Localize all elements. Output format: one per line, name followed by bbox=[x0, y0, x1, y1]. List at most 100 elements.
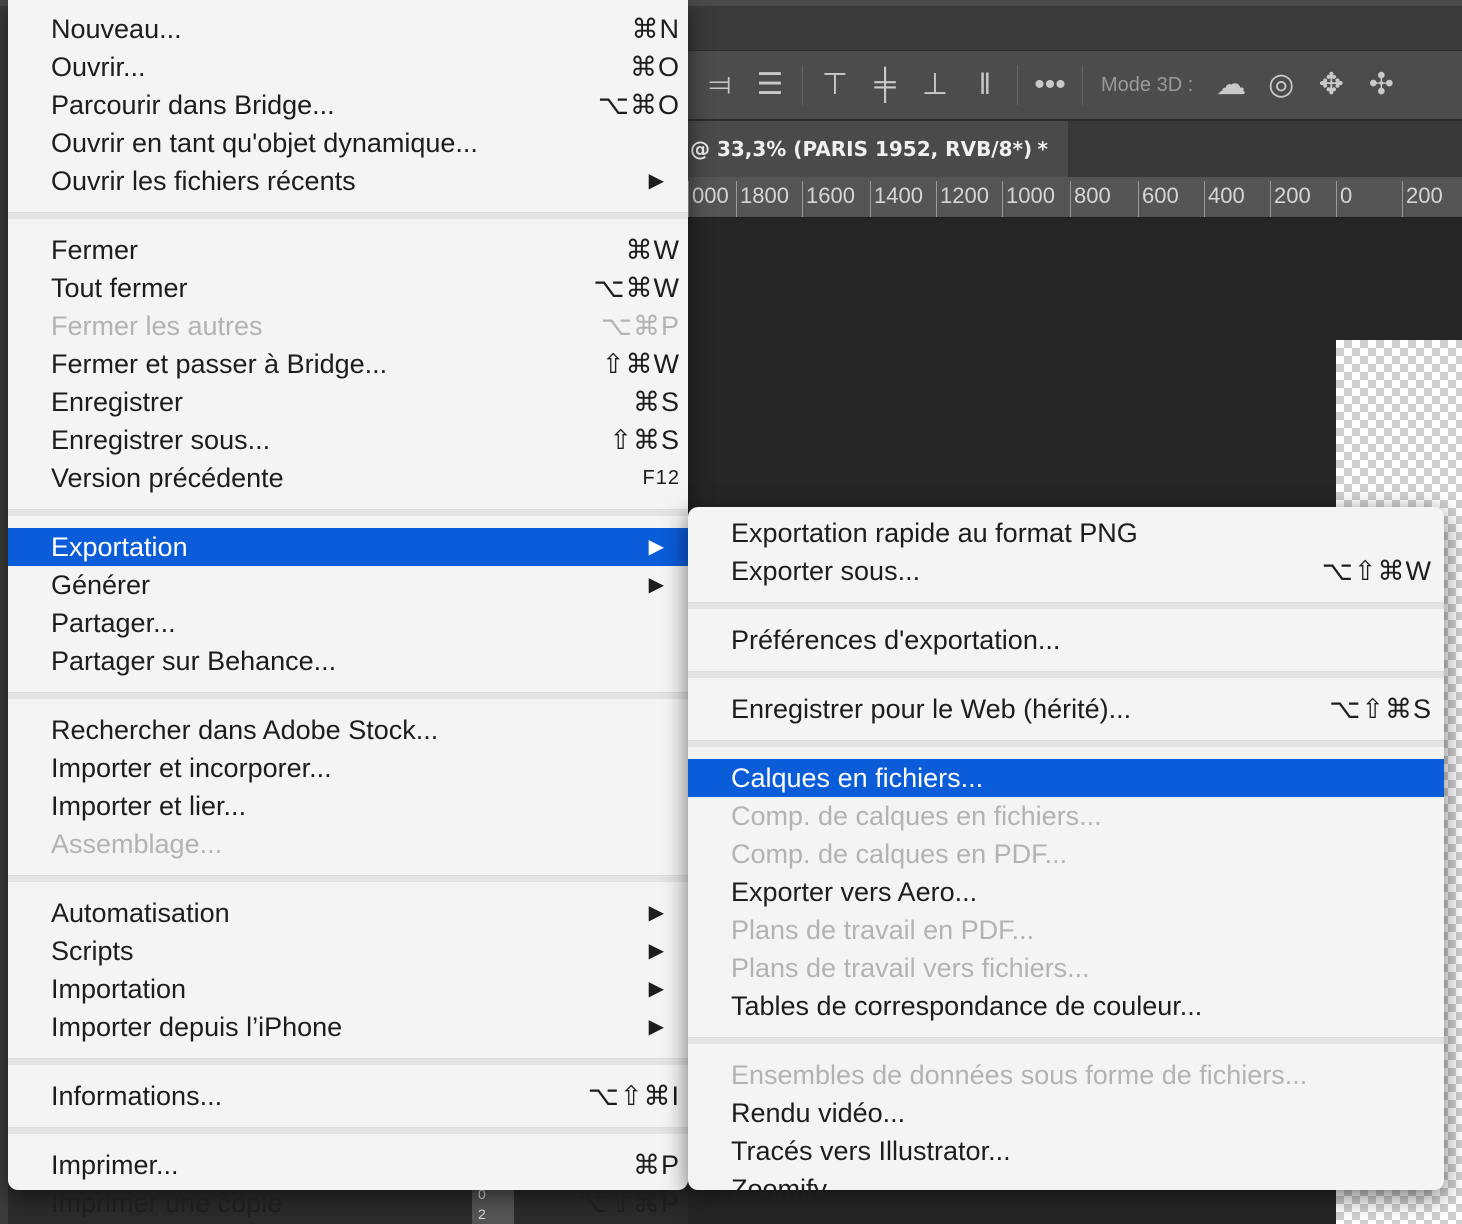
ruler-tick-label: 0 bbox=[1336, 181, 1352, 217]
menu-item-shortcut: ⌘O bbox=[629, 52, 680, 82]
menu-item-partager[interactable]: Partager... bbox=[8, 604, 688, 642]
document-tab[interactable]: @ 33,3% (PARIS 1952, RVB/8*) * bbox=[688, 121, 1068, 177]
menu-item-ouvrir-en-tant-qu-objet-dynamique[interactable]: Ouvrir en tant qu'objet dynamique... bbox=[8, 124, 688, 162]
menu-item-label: Exporter sous... bbox=[731, 556, 921, 586]
menu-item-label: Comp. de calques en PDF... bbox=[731, 839, 1068, 869]
orbit-3d-icon[interactable]: ☁ bbox=[1213, 70, 1249, 100]
menu-item-label: Enregistrer bbox=[51, 387, 184, 417]
menu-item-label: Automatisation bbox=[51, 898, 230, 928]
menu-item-exporter-vers-aero[interactable]: Exporter vers Aero... bbox=[688, 873, 1444, 911]
menu-item-shortcut: ⌥⌘O bbox=[597, 90, 680, 120]
menu-item-label: Imprimer... bbox=[51, 1150, 179, 1180]
menu-item-enregistrer-sous[interactable]: Enregistrer sous... ⇧⌘S bbox=[8, 421, 688, 459]
menu-divider bbox=[688, 602, 1444, 609]
menu-item-ensembles-de-donnees-sous-forme-de-fichiers: Ensembles de données sous forme de fichi… bbox=[688, 1056, 1444, 1094]
menu-item-preferences-d-exportation[interactable]: Préférences d'exportation... bbox=[688, 621, 1444, 659]
menu-item-shortcut: ⇧⌘S bbox=[609, 425, 680, 455]
menu-item-label: Importer et incorporer... bbox=[51, 753, 332, 783]
menu-item-enregistrer[interactable]: Enregistrer ⌘S bbox=[8, 383, 688, 421]
align-bottom-icon[interactable]: ⊥ bbox=[917, 70, 953, 100]
ruler-tick-label: 800 bbox=[1070, 181, 1111, 217]
menu-item-exportation[interactable]: Exportation ▶ bbox=[8, 528, 688, 566]
menu-item-ouvrir-les-fichiers-recents[interactable]: Ouvrir les fichiers récents ▶ bbox=[8, 162, 688, 200]
menu-item-parcourir-dans-bridge[interactable]: Parcourir dans Bridge... ⌥⌘O bbox=[8, 86, 688, 124]
options-separator bbox=[802, 65, 803, 105]
menu-item-imprimer[interactable]: Imprimer... ⌘P bbox=[8, 1146, 688, 1184]
menu-item-label: Importer depuis l’iPhone bbox=[51, 1012, 343, 1042]
menu-item-plans-de-travail-vers-fichiers: Plans de travail vers fichiers... bbox=[688, 949, 1444, 987]
roll-3d-icon[interactable]: ◎ bbox=[1263, 70, 1299, 100]
menu-item-tables-de-correspondance-de-couleur[interactable]: Tables de correspondance de couleur... bbox=[688, 987, 1444, 1025]
menu-item-shortcut: ⌥⌘P bbox=[600, 311, 680, 341]
menu-item-traces-vers-illustrator[interactable]: Tracés vers Illustrator... bbox=[688, 1132, 1444, 1170]
menu-item-imprimer-une-copie[interactable]: Imprimer une copie ⌥⇧⌘P bbox=[8, 1184, 688, 1222]
submenu-arrow-icon: ▶ bbox=[648, 940, 664, 962]
more-options-icon[interactable]: ••• bbox=[1032, 70, 1068, 100]
menu-item-importer-et-lier[interactable]: Importer et lier... bbox=[8, 787, 688, 825]
menu-divider bbox=[8, 212, 688, 219]
menu-divider bbox=[688, 1037, 1444, 1044]
align-top-icon[interactable]: ⊤ bbox=[817, 70, 853, 100]
menu-item-informations[interactable]: Informations... ⌥⇧⌘I bbox=[8, 1077, 688, 1115]
ruler-tick-label: 1800 bbox=[736, 181, 789, 217]
menu-item-exportation-rapide-au-format-png[interactable]: Exportation rapide au format PNG bbox=[688, 514, 1444, 552]
menu-item-partager-sur-behance[interactable]: Partager sur Behance... bbox=[8, 642, 688, 680]
menu-item-label: Importer et lier... bbox=[51, 791, 247, 821]
submenu-arrow-icon: ▶ bbox=[648, 574, 664, 596]
menu-item-label: Ouvrir les fichiers récents bbox=[51, 166, 356, 196]
menu-item-label: Enregistrer pour le Web (hérité)... bbox=[731, 694, 1132, 724]
menu-item-ouvrir[interactable]: Ouvrir... ⌘O bbox=[8, 48, 688, 86]
menu-item-label: Calques en fichiers... bbox=[731, 763, 984, 793]
align-vertical-center-icon[interactable]: ╪ bbox=[867, 70, 903, 100]
menu-item-label: Exportation rapide au format PNG bbox=[731, 518, 1138, 548]
menu-item-label: Parcourir dans Bridge... bbox=[51, 90, 335, 120]
menu-item-label: Rechercher dans Adobe Stock... bbox=[51, 715, 439, 745]
menu-divider bbox=[8, 875, 688, 882]
menu-item-nouveau[interactable]: Nouveau... ⌘N bbox=[8, 10, 688, 48]
menu-item-fermer-les-autres: Fermer les autres ⌥⌘P bbox=[8, 307, 688, 345]
menu-item-exporter-sous[interactable]: Exporter sous... ⌥⇧⌘W bbox=[688, 552, 1444, 590]
menu-item-rechercher-dans-adobe-stock[interactable]: Rechercher dans Adobe Stock... bbox=[8, 711, 688, 749]
menu-item-automatisation[interactable]: Automatisation ▶ bbox=[8, 894, 688, 932]
menu-item-fermer-et-passer-a-bridge[interactable]: Fermer et passer à Bridge... ⇧⌘W bbox=[8, 345, 688, 383]
menu-item-calques-en-fichiers[interactable]: Calques en fichiers... bbox=[688, 759, 1444, 797]
menu-item-label: Version précédente bbox=[51, 463, 284, 493]
ruler-tick-label: 1000 bbox=[1002, 181, 1055, 217]
menu-item-scripts[interactable]: Scripts ▶ bbox=[8, 932, 688, 970]
menu-item-importation[interactable]: Importation ▶ bbox=[8, 970, 688, 1008]
menu-divider bbox=[8, 692, 688, 699]
menu-item-label: Plans de travail en PDF... bbox=[731, 915, 1035, 945]
menu-item-enregistrer-pour-le-web-herite[interactable]: Enregistrer pour le Web (hérité)... ⌥⇧⌘S bbox=[688, 690, 1444, 728]
menu-item-importer-et-incorporer[interactable]: Importer et incorporer... bbox=[8, 749, 688, 787]
menu-item-label: Exporter vers Aero... bbox=[731, 877, 978, 907]
menu-item-shortcut: ⌘P bbox=[632, 1150, 680, 1180]
menu-item-plans-de-travail-en-pdf: Plans de travail en PDF... bbox=[688, 911, 1444, 949]
menu-item-rendu-video[interactable]: Rendu vidéo... bbox=[688, 1094, 1444, 1132]
distribute-horizontal-icon[interactable]: ☰ bbox=[752, 70, 788, 100]
menu-item-generer[interactable]: Générer ▶ bbox=[8, 566, 688, 604]
menu-item-label: Fermer les autres bbox=[51, 311, 263, 341]
menu-item-fermer[interactable]: Fermer ⌘W bbox=[8, 231, 688, 269]
menu-item-version-precedente[interactable]: Version précédente F12 bbox=[8, 459, 688, 497]
menu-item-label: Exportation bbox=[51, 532, 188, 562]
ruler-tick-label: 200 bbox=[1270, 181, 1311, 217]
distribute-vertical-icon[interactable]: ‖ bbox=[967, 70, 1003, 100]
align-right-icon[interactable]: ⫤ bbox=[702, 70, 738, 100]
menu-item-label: Ouvrir en tant qu'objet dynamique... bbox=[51, 128, 478, 158]
menu-item-label: Ouvrir... bbox=[51, 52, 146, 82]
options-bar: ⫤ ☰ ⊤ ╪ ⊥ ‖ ••• Mode 3D : ☁ ◎ ✥ ✣ bbox=[688, 50, 1462, 120]
menu-item-label: Rendu vidéo... bbox=[731, 1098, 906, 1128]
menu-item-zoomify[interactable]: Zoomify... bbox=[688, 1170, 1444, 1208]
menu-item-label: Importation bbox=[51, 974, 187, 1004]
menu-item-label: Ensembles de données sous forme de fichi… bbox=[731, 1060, 1308, 1090]
slide-3d-icon[interactable]: ✣ bbox=[1363, 70, 1399, 100]
submenu-arrow-icon: ▶ bbox=[648, 536, 664, 558]
menu-item-label: Tables de correspondance de couleur... bbox=[731, 991, 1203, 1021]
menu-item-importer-depuis-l-iphone[interactable]: Importer depuis l’iPhone ▶ bbox=[8, 1008, 688, 1046]
menu-item-label: Fermer et passer à Bridge... bbox=[51, 349, 388, 379]
drag-3d-icon[interactable]: ✥ bbox=[1313, 70, 1349, 100]
ruler-tick-label: 1200 bbox=[936, 181, 989, 217]
menu-item-shortcut: ⌥⇧⌘P bbox=[577, 1188, 680, 1218]
menu-item-tout-fermer[interactable]: Tout fermer ⌥⌘W bbox=[8, 269, 688, 307]
ruler-tick-label: 600 bbox=[1138, 181, 1179, 217]
